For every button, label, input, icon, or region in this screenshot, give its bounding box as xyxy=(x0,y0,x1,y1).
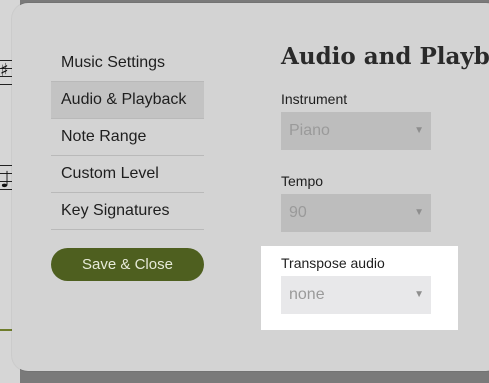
tempo-value: 90 xyxy=(289,204,307,221)
instrument-select[interactable]: Piano ▼ xyxy=(281,112,431,150)
instrument-value: Piano xyxy=(289,122,330,139)
chevron-down-icon: ▼ xyxy=(414,289,424,300)
sidebar-item-music-settings[interactable]: Music Settings xyxy=(51,45,204,82)
settings-modal: Music Settings Audio & Playback Note Ran… xyxy=(12,3,489,371)
note-icon: ♩ xyxy=(0,168,11,193)
sidebar-item-key-signatures[interactable]: Key Signatures xyxy=(51,193,204,230)
sidebar-item-audio-playback[interactable]: Audio & Playback xyxy=(51,82,204,119)
instrument-label: Instrument xyxy=(281,91,348,107)
chevron-down-icon: ▼ xyxy=(414,207,424,218)
transpose-value: none xyxy=(289,286,325,303)
sharp-icon: ♯ xyxy=(0,60,9,81)
tempo-label: Tempo xyxy=(281,173,324,189)
panel-title: Audio and Playback xyxy=(281,43,489,70)
tempo-select[interactable]: 90 ▼ xyxy=(281,194,431,232)
transpose-select[interactable]: none ▼ xyxy=(281,276,431,314)
chevron-down-icon: ▼ xyxy=(414,125,424,136)
settings-sidebar: Music Settings Audio & Playback Note Ran… xyxy=(51,45,204,230)
save-close-button[interactable]: Save & Close xyxy=(51,248,204,281)
sidebar-item-custom-level[interactable]: Custom Level xyxy=(51,156,204,193)
sidebar-item-note-range[interactable]: Note Range xyxy=(51,119,204,156)
transpose-label: Transpose audio xyxy=(281,255,385,271)
